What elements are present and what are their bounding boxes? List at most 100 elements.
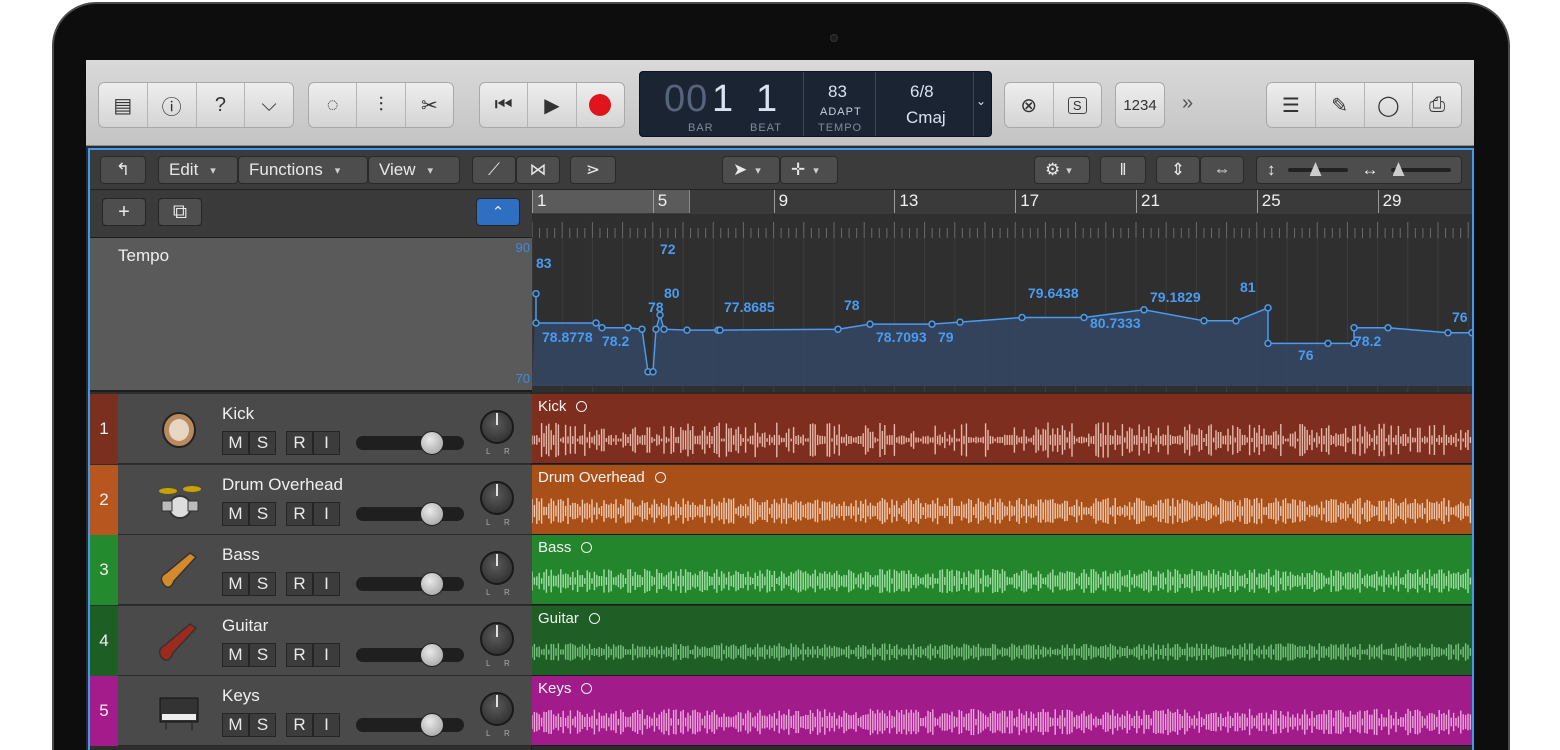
- view-menu[interactable]: View ▾: [368, 156, 460, 184]
- settings-menu[interactable]: ⚙ ▾: [1034, 156, 1090, 184]
- track-name[interactable]: Drum Overhead: [222, 475, 343, 495]
- fader-knob[interactable]: [419, 431, 444, 455]
- tempo-point[interactable]: [1264, 304, 1272, 312]
- audio-region[interactable]: Guitar: [532, 605, 1472, 676]
- count-in-button[interactable]: 1234: [1116, 83, 1164, 127]
- tempo-point[interactable]: [1200, 317, 1208, 325]
- tempo-point[interactable]: [649, 368, 657, 376]
- solo-button[interactable]: S: [249, 572, 276, 596]
- audio-region[interactable]: Kick: [532, 394, 1472, 464]
- mixer-button[interactable]: ⫶: [357, 83, 406, 127]
- input-monitor-button[interactable]: I: [313, 572, 340, 596]
- quick-help-button[interactable]: ?: [197, 83, 246, 127]
- fader-knob[interactable]: [419, 713, 444, 737]
- tempo-point[interactable]: [1232, 317, 1240, 325]
- tempo-point[interactable]: [638, 325, 646, 333]
- back-button[interactable]: ↰: [100, 156, 146, 184]
- pan-knob[interactable]: [480, 551, 514, 585]
- horizontal-zoom-slider[interactable]: [1390, 162, 1451, 176]
- tempo-curve[interactable]: 83 72 80 78.8778 78.2 78 77.8685 78 78.7093 79 79.…: [532, 238, 1472, 392]
- flex-button[interactable]: ⋈: [516, 156, 560, 184]
- duplicate-track-button[interactable]: ⧉: [158, 198, 202, 226]
- volume-fader[interactable]: [356, 501, 464, 526]
- audio-region[interactable]: Drum Overhead: [532, 464, 1472, 535]
- fader-knob[interactable]: [419, 642, 444, 667]
- editors-button[interactable]: ✂: [406, 83, 453, 127]
- record-button[interactable]: [577, 83, 624, 127]
- edit-menu[interactable]: Edit ▾: [158, 156, 238, 184]
- tempo-point[interactable]: [1384, 324, 1392, 332]
- add-track-button[interactable]: +: [102, 198, 146, 226]
- lcd-display[interactable]: 00 1 1 BAR BEAT 83 ADAPT TEMPO 6/8 Cmaj …: [639, 71, 992, 137]
- tempo-point[interactable]: [624, 324, 632, 332]
- note-pad-button[interactable]: ✎: [1316, 83, 1365, 127]
- solo-button[interactable]: S: [249, 713, 276, 737]
- tempo-point[interactable]: [532, 319, 540, 327]
- track-header[interactable]: 5 Keys M S R I L R: [90, 676, 532, 746]
- solo-button[interactable]: S: [249, 501, 276, 526]
- tempo-point[interactable]: [660, 325, 668, 333]
- tempo-point[interactable]: [683, 326, 691, 334]
- library-button[interactable]: ▤: [99, 83, 148, 127]
- input-monitor-button[interactable]: I: [313, 642, 340, 667]
- track-name[interactable]: Guitar: [222, 616, 268, 636]
- tempo-point[interactable]: [1080, 313, 1088, 322]
- secondary-tool-menu[interactable]: ✛ ▾: [780, 156, 838, 184]
- slider-thumb[interactable]: [1392, 162, 1405, 176]
- mute-button[interactable]: M: [222, 713, 249, 737]
- fader-knob[interactable]: [419, 572, 444, 596]
- waveform-zoom-button[interactable]: ‖: [1100, 156, 1146, 184]
- record-enable-button[interactable]: R: [286, 642, 313, 667]
- lcd-menu-chevron-icon[interactable]: ⌄: [976, 94, 986, 108]
- tempo-point[interactable]: [532, 289, 540, 298]
- track-header[interactable]: 1 Kick M S R I L R: [90, 394, 532, 464]
- audio-region[interactable]: Bass: [532, 535, 1472, 605]
- tempo-point[interactable]: [928, 320, 936, 328]
- volume-fader[interactable]: [356, 713, 464, 737]
- play-button[interactable]: ▶: [528, 83, 577, 127]
- pan-knob[interactable]: [480, 410, 514, 444]
- tempo-point[interactable]: [834, 325, 842, 333]
- global-tracks-button[interactable]: ⌃: [476, 198, 520, 226]
- mute-button[interactable]: M: [222, 501, 249, 526]
- input-monitor-button[interactable]: I: [313, 501, 340, 526]
- slider-thumb[interactable]: [1309, 162, 1322, 176]
- tempo-point[interactable]: [1468, 329, 1472, 337]
- bar-ruler[interactable]: 1 5 9 13 17 21 25 29: [532, 190, 1472, 238]
- tempo-point[interactable]: [1140, 306, 1148, 314]
- pan-knob[interactable]: [480, 480, 514, 515]
- tempo-point[interactable]: [716, 326, 724, 334]
- mute-button[interactable]: M: [222, 642, 249, 667]
- tempo-point[interactable]: [652, 325, 660, 333]
- go-to-beginning-button[interactable]: ⏮: [480, 83, 529, 127]
- track-name[interactable]: Keys: [222, 686, 260, 706]
- tempo-track-header[interactable]: Tempo 90 70: [90, 238, 532, 392]
- toolbar-button[interactable]: ⌵: [245, 83, 293, 127]
- tempo-point[interactable]: [866, 320, 874, 328]
- vertical-fit-button[interactable]: ⇕: [1156, 156, 1200, 184]
- record-enable-button[interactable]: R: [286, 713, 313, 737]
- track-header[interactable]: 2 Drum Overhead M S R I L R: [90, 464, 532, 535]
- volume-fader[interactable]: [356, 642, 464, 667]
- replace-button[interactable]: ⊗: [1005, 83, 1054, 127]
- smart-controls-button[interactable]: ◌: [309, 83, 358, 127]
- volume-fader[interactable]: [356, 572, 464, 596]
- loop-browser-button[interactable]: ◯: [1365, 83, 1414, 127]
- functions-menu[interactable]: Functions ▾: [238, 156, 368, 184]
- fader-knob[interactable]: [419, 501, 444, 526]
- record-enable-button[interactable]: R: [286, 572, 313, 596]
- pan-knob[interactable]: [480, 621, 514, 656]
- track-header[interactable]: 3 Bass M S R I L R: [90, 535, 532, 605]
- tempo-point[interactable]: [598, 324, 606, 332]
- catch-button[interactable]: ⋗: [570, 156, 616, 184]
- track-name[interactable]: Bass: [222, 545, 260, 565]
- mute-button[interactable]: M: [222, 572, 249, 596]
- tempo-point[interactable]: [956, 318, 964, 326]
- solo-button[interactable]: S: [249, 642, 276, 667]
- vertical-zoom-slider[interactable]: [1287, 162, 1348, 176]
- pointer-tool-menu[interactable]: ➤ ▾: [722, 156, 780, 184]
- record-enable-button[interactable]: R: [286, 431, 313, 455]
- tempo-point[interactable]: [1444, 329, 1452, 337]
- media-browser-button[interactable]: ⎙: [1413, 83, 1461, 127]
- horizontal-fit-button[interactable]: ⇔: [1200, 156, 1244, 184]
